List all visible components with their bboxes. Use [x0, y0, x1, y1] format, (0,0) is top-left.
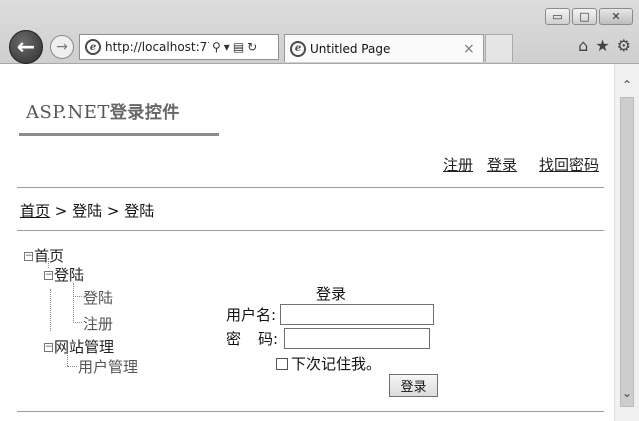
password-label-part2: 码: — [258, 330, 279, 348]
refresh-icon[interactable]: ↻ — [247, 40, 257, 54]
tree-node-label[interactable]: 首页 — [34, 247, 64, 265]
remember-me-checkbox[interactable] — [276, 357, 288, 370]
breadcrumb-separator: > — [102, 202, 125, 220]
breadcrumb-current: 登陆 — [124, 202, 155, 220]
scroll-down-icon[interactable]: ⌄ — [615, 384, 639, 402]
tree-connector — [73, 283, 74, 323]
divider — [17, 230, 604, 231]
breadcrumb-separator: > — [50, 202, 73, 220]
home-icon[interactable]: ⌂ — [578, 36, 588, 55]
browser-toolbar-right: ⌂ ★ ⚙ — [578, 36, 631, 55]
site-title-zh: 登录控件 — [109, 103, 180, 123]
breadcrumb-home-link[interactable]: 首页 — [20, 202, 50, 220]
vertical-scrollbar[interactable]: ⌃ ⌄ — [614, 64, 639, 421]
minimize-button[interactable]: ▭ — [545, 8, 570, 25]
username-label: 用户名: — [226, 306, 277, 324]
register-link[interactable]: 注册 — [443, 154, 473, 175]
address-url[interactable]: http://localhost:77 — [105, 40, 209, 54]
ie-logo-icon: e — [85, 39, 101, 55]
settings-gear-icon[interactable]: ⚙ — [617, 36, 631, 55]
recover-password-link[interactable]: 找回密码 — [539, 154, 599, 175]
tree-node-login[interactable]: −登陆 — [44, 264, 84, 285]
login-link[interactable]: 登录 — [487, 154, 517, 175]
forward-arrow-icon[interactable]: → — [50, 35, 74, 59]
password-label-part1: 密 — [226, 330, 242, 348]
breadcrumb-item: 登陆 — [72, 202, 103, 220]
dropdown-icon[interactable]: ▾ — [224, 40, 230, 54]
close-window-button[interactable]: ✕ — [599, 8, 633, 25]
title-underline — [19, 133, 219, 136]
window-buttons: ▭ □ ✕ — [545, 8, 633, 25]
login-title: 登录 — [316, 285, 347, 303]
tree-connector — [67, 353, 68, 366]
tree-node-admin[interactable]: −网站管理 — [44, 336, 114, 357]
maximize-button[interactable]: □ — [572, 8, 597, 25]
tree-connector — [67, 366, 77, 367]
tree-node-login-child[interactable]: 登陆 — [83, 287, 113, 308]
tree-node-label[interactable]: 网站管理 — [54, 338, 114, 356]
site-title-latin: ASP.NET — [26, 102, 110, 123]
new-tab-button[interactable] — [485, 34, 513, 62]
tree-node-root[interactable]: −首页 — [24, 245, 64, 266]
login-submit-button[interactable]: 登录 — [389, 374, 438, 397]
tree-connector — [73, 296, 82, 297]
browser-tab[interactable]: e Untitled Page × — [284, 34, 484, 62]
ie-logo-icon: e — [290, 40, 306, 57]
browser-chrome: ▭ □ ✕ ← → e http://localhost:77 ⚲ ▾ ▤ ↻ … — [0, 0, 639, 64]
divider — [17, 187, 604, 188]
compat-icon[interactable]: ▤ — [233, 40, 244, 54]
username-input[interactable] — [280, 304, 434, 325]
tab-title: Untitled Page — [310, 41, 391, 56]
favorites-star-icon[interactable]: ★ — [595, 36, 609, 55]
search-icon[interactable]: ⚲ — [212, 40, 221, 54]
password-input[interactable] — [284, 328, 430, 349]
close-tab-icon[interactable]: × — [463, 41, 477, 57]
tree-node-user-management[interactable]: 用户管理 — [78, 356, 138, 377]
tree-node-register[interactable]: 注册 — [83, 313, 113, 334]
scroll-thumb[interactable] — [620, 97, 634, 407]
collapse-icon[interactable]: − — [24, 252, 33, 261]
site-title: ASP.NET登录控件 — [26, 98, 180, 123]
tree-connector — [73, 322, 82, 323]
scroll-up-icon[interactable]: ⌃ — [615, 76, 639, 94]
collapse-icon[interactable]: − — [44, 271, 53, 280]
divider — [17, 411, 604, 412]
back-arrow-icon[interactable]: ← — [9, 30, 43, 64]
remember-me[interactable]: 下次记住我。 — [276, 353, 381, 374]
tree-connector — [50, 289, 51, 331]
address-bar[interactable]: e http://localhost:77 ⚲ ▾ ▤ ↻ — [79, 34, 279, 60]
tree-node-label[interactable]: 登陆 — [54, 266, 84, 284]
breadcrumb: 首页 > 登陆 > 登陆 — [20, 200, 154, 221]
collapse-icon[interactable]: − — [44, 343, 53, 352]
remember-me-label: 下次记住我。 — [291, 355, 382, 373]
